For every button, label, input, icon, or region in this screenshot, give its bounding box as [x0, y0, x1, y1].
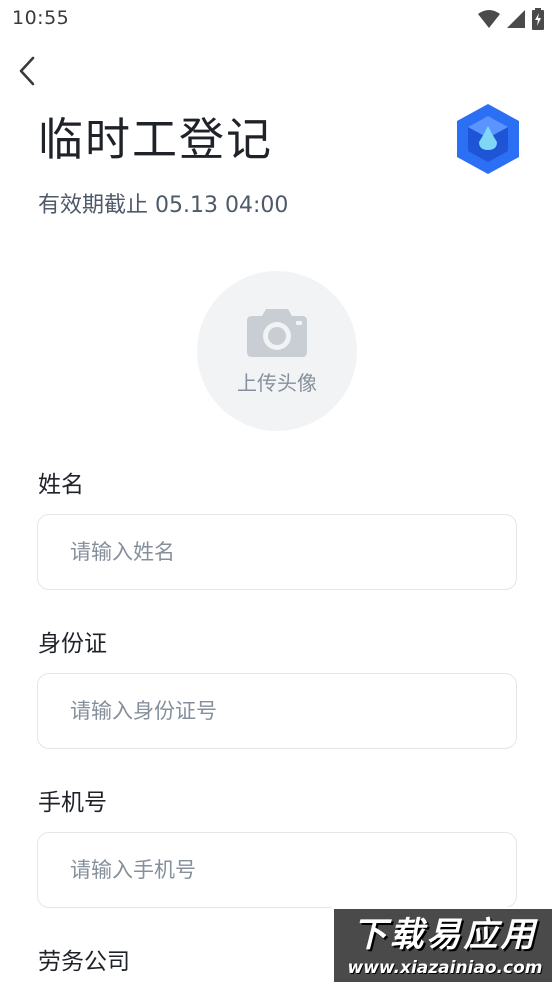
battery-charging-icon [532, 8, 544, 30]
chevron-left-icon [19, 56, 35, 86]
page-title: 临时工登记 [38, 113, 274, 166]
name-label: 姓名 [38, 472, 84, 498]
validity-text: 有效期截止 05.13 04:00 [38, 193, 289, 218]
name-input[interactable] [37, 514, 517, 590]
phone-input[interactable] [37, 832, 517, 908]
temp-worker-registration-page: 10:55 临时工登记 有效期截止 05.13 04:00 上传头像 姓名 请输… [0, 0, 554, 984]
upload-avatar-button[interactable]: 上传头像 [197, 271, 357, 431]
labor-company-label: 劳务公司 [38, 949, 130, 975]
signal-icon [507, 10, 525, 28]
status-icons [478, 8, 544, 30]
upload-avatar-label: 上传头像 [237, 371, 317, 395]
phone-label: 手机号 [38, 790, 107, 816]
status-bar: 10:55 [0, 0, 554, 40]
watermark-url: www.xiazainiao.com [347, 958, 543, 978]
watermark: 下载易应用 www.xiazainiao.com [332, 907, 554, 984]
camera-icon [247, 309, 307, 357]
watermark-main-text: 下载易应用 [352, 915, 538, 955]
id-card-input[interactable] [37, 673, 517, 749]
back-button[interactable] [10, 52, 44, 90]
status-time: 10:55 [12, 7, 70, 29]
wifi-icon [478, 10, 500, 28]
id-card-label: 身份证 [38, 631, 107, 657]
cube-logo-icon [457, 104, 519, 174]
